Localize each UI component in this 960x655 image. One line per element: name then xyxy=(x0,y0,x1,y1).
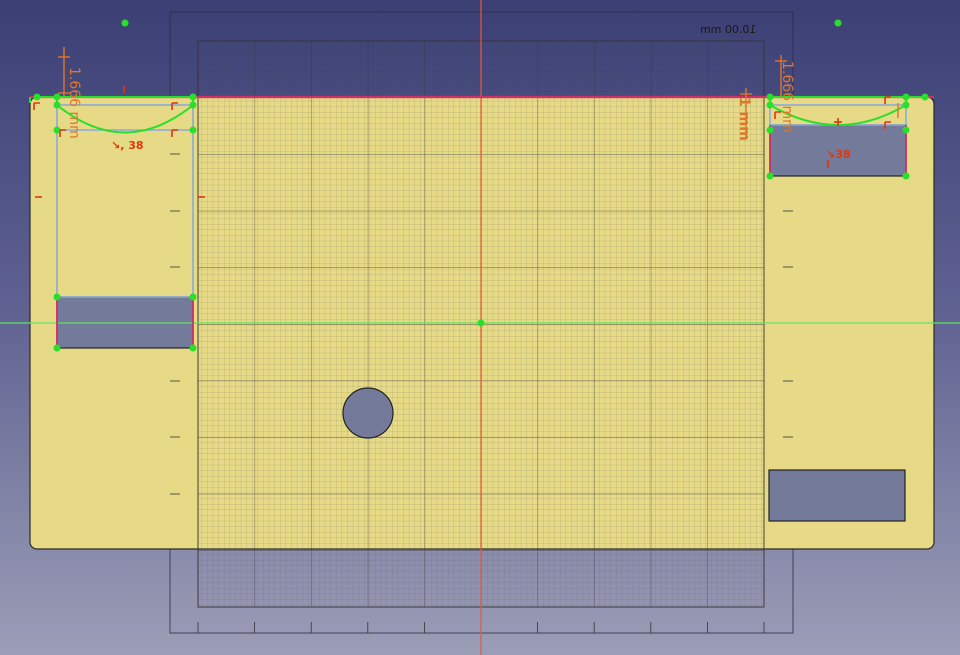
dimension-left-vertical: 1.666 mm xyxy=(66,67,82,139)
left-radius-constraint: ↘, 38 xyxy=(111,139,144,152)
round-hole[interactable] xyxy=(342,387,394,439)
dimension-right-vertical-a: 1.666 mm xyxy=(779,61,795,133)
sketch-viewport[interactable]: ↘, 38 ↘38 1.666 mm 1.666 mm 1 mm xyxy=(0,0,960,655)
dimension-right-vertical-b: 1 mm xyxy=(736,97,752,141)
right-radius-constraint: ↘38 xyxy=(826,148,851,161)
pocket-right-bottom[interactable] xyxy=(768,469,906,522)
grid-size-label: 10.00 mm xyxy=(700,23,757,36)
